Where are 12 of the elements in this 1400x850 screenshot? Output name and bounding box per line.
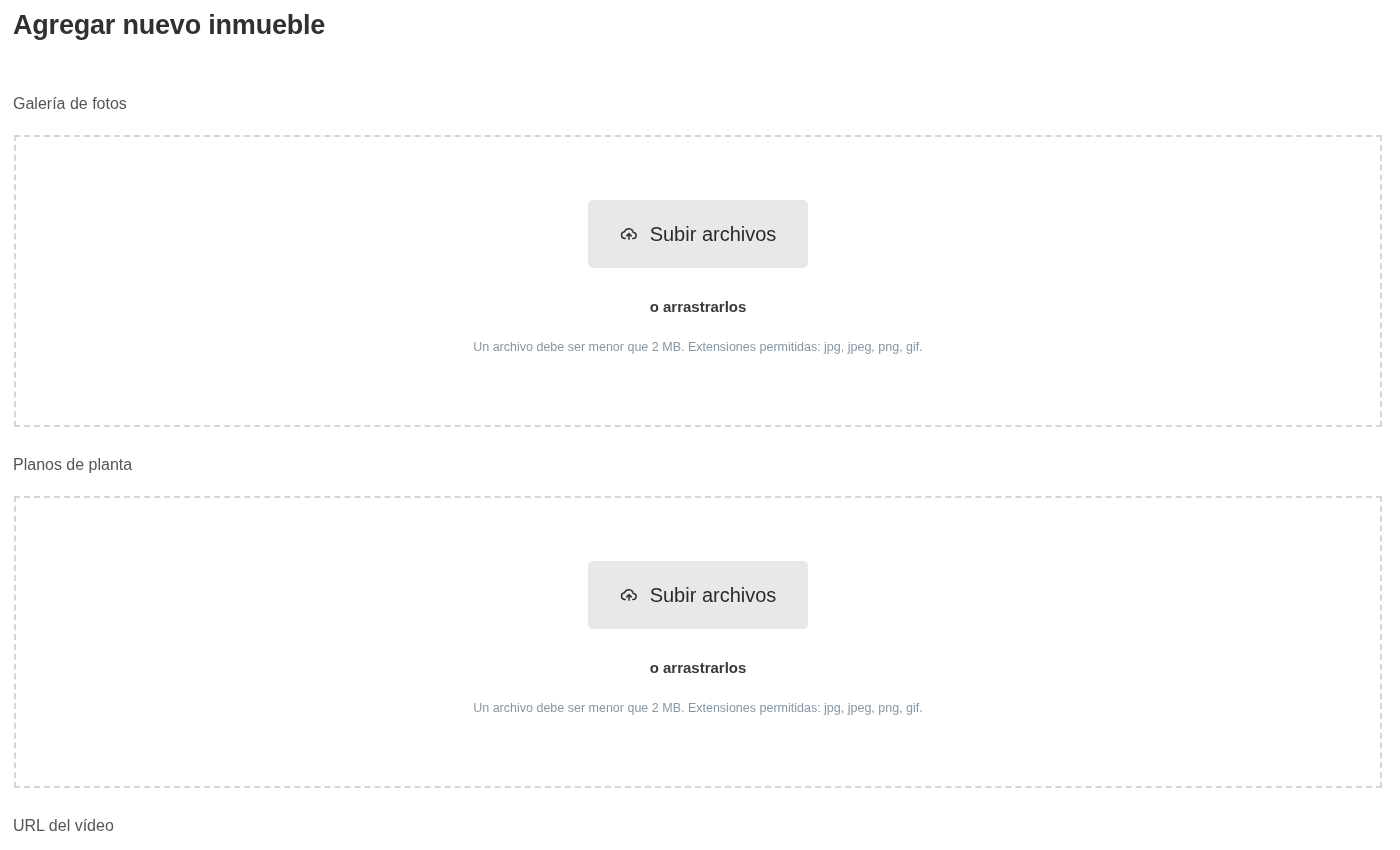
upload-button[interactable]: Subir archivos (588, 200, 808, 268)
file-requirements-text: Un archivo debe ser menor que 2 MB. Extensiones permitidas: jpg, jpeg, png, gif. (473, 339, 923, 356)
drag-hint-text: o arrastrarlos (649, 658, 747, 678)
cloud-upload-icon (619, 586, 638, 604)
upload-button[interactable]: Subir archivos (588, 561, 808, 629)
drag-hint-text: o arrastrarlos (649, 297, 747, 317)
field-label: Galería de fotos (13, 94, 127, 114)
file-requirements-text: Un archivo debe ser menor que 2 MB. Extensiones permitidas: jpg, jpeg, png, gif. (473, 700, 923, 717)
page-title: Agregar nuevo inmueble (13, 9, 327, 42)
field-label: Planos de planta (13, 455, 133, 475)
cloud-upload-icon (619, 225, 638, 243)
field-label: URL del vídeo (13, 816, 114, 836)
